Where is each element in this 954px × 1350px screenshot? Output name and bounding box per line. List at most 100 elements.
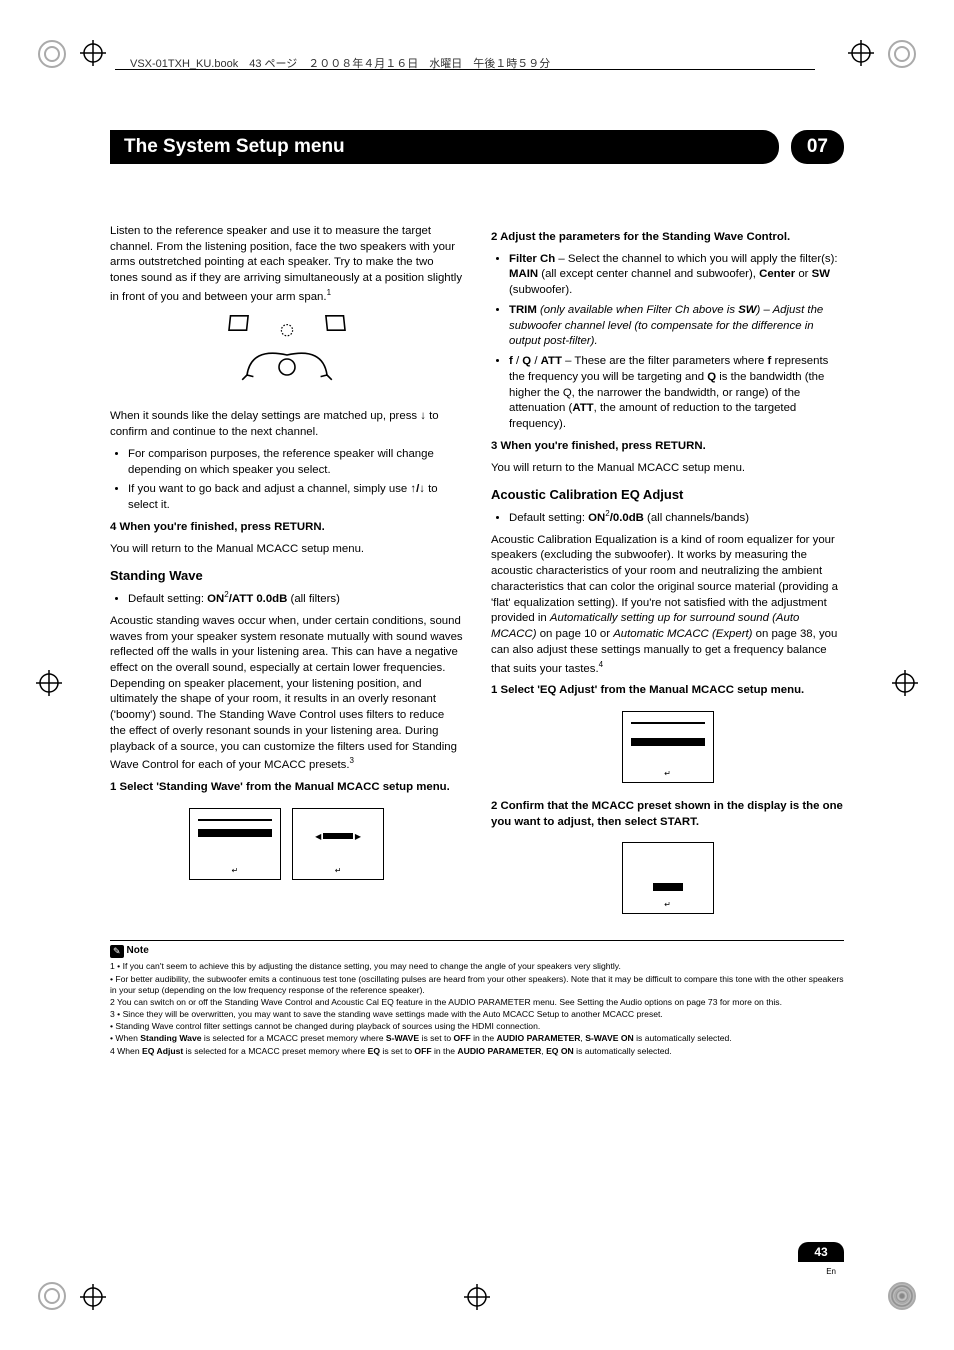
text: – Select the channel to which you will a…: [555, 253, 837, 265]
text: Default setting:: [509, 512, 588, 524]
registration-mark-icon: [848, 40, 874, 66]
screen-figures: ↵: [491, 836, 844, 920]
text: in the: [471, 1033, 497, 1043]
text: When it sounds like the delay settings a…: [110, 410, 420, 422]
registration-mark-icon: [80, 1284, 106, 1310]
right-column: 2 Adjust the parameters for the Standing…: [491, 224, 844, 930]
text: Automatic MCACC (Expert): [613, 628, 752, 640]
text: Acoustic standing waves occur when, unde…: [110, 615, 463, 771]
left-column: Listen to the reference speaker and use …: [110, 224, 463, 930]
text: Q: [522, 355, 531, 367]
text: is selected for a MCACC preset memory wh…: [202, 1033, 386, 1043]
text: Acoustic Calibration Equalization is a k…: [491, 534, 838, 625]
step-body: You will return to the Manual MCACC setu…: [110, 542, 463, 558]
default-setting: Default setting: ON2/ATT 0.0dB (all filt…: [128, 589, 463, 608]
intro-text: Listen to the reference speaker and use …: [110, 225, 462, 303]
book-header: VSX-01TXH_KU.book 43 ページ ２００８年４月１６日 水曜日 …: [130, 55, 550, 71]
text: /: [513, 355, 523, 367]
text: If you want to go back and adjust a chan…: [128, 483, 410, 495]
text: in the: [432, 1046, 458, 1056]
registration-mark-icon: [80, 40, 106, 66]
text: is selected for a MCACC preset memory wh…: [183, 1046, 367, 1056]
step-heading: 1 Select 'Standing Wave' from the Manual…: [110, 780, 463, 796]
page-number: 43: [814, 1245, 827, 1259]
page-lang: En: [826, 1267, 836, 1276]
text: ATT: [541, 355, 562, 367]
step-body: You will return to the Manual MCACC setu…: [491, 461, 844, 477]
standing-wave-heading: Standing Wave: [110, 567, 463, 585]
listening-figure: [110, 311, 463, 401]
note-block: ✎Note: [110, 941, 844, 959]
standing-wave-body: Acoustic standing waves occur when, unde…: [110, 614, 463, 774]
text: on page 10 or: [537, 628, 614, 640]
text: 2 You can switch on or off the Standing …: [110, 997, 782, 1007]
footnote: 1 • If you can't seem to achieve this by…: [110, 961, 844, 972]
note-label: Note: [127, 945, 149, 956]
intro-paragraph: Listen to the reference speaker and use …: [110, 224, 463, 305]
text: SW: [738, 304, 756, 316]
footnote: 4 When EQ Adjust is selected for a MCACC…: [110, 1046, 844, 1057]
text: is automatically selected.: [574, 1046, 672, 1056]
text: is automatically selected.: [634, 1033, 732, 1043]
corner-ring-icon: [888, 40, 916, 68]
text: TRIM: [509, 304, 537, 316]
bullet-item: TRIM (only available when Filter Ch abov…: [509, 303, 844, 350]
text: AUDIO PARAMETER: [457, 1046, 541, 1056]
text: EQ ON: [546, 1046, 574, 1056]
corner-ring-icon: [888, 1282, 916, 1310]
screen-figures: ↵ ◀ ▶ ↵: [110, 802, 463, 886]
step-heading: 4 When you're finished, press RETURN.: [110, 520, 463, 536]
step-heading: 1 Select 'EQ Adjust' from the Manual MCA…: [491, 683, 844, 699]
footnote: 3 • Since they will be overwritten, you …: [110, 1009, 844, 1020]
text: ATT: [572, 402, 593, 414]
footnote: • When Standing Wave is selected for a M…: [110, 1033, 844, 1044]
footnote: • Standing Wave control filter settings …: [110, 1021, 844, 1032]
bullet-item: f / Q / ATT – These are the filter param…: [509, 354, 844, 433]
text: 4 When: [110, 1046, 142, 1056]
text: OFF: [454, 1033, 471, 1043]
text: (all except center channel and subwoofer…: [538, 268, 759, 280]
return-arrow-icon: ↵: [232, 865, 239, 876]
menu-screen-icon: ↵: [622, 711, 714, 783]
footnote: 2 You can switch on or off the Standing …: [110, 997, 844, 1008]
page-title: The System Setup menu: [110, 130, 779, 164]
text: /ATT 0.0dB: [229, 593, 288, 605]
text: is set to: [419, 1033, 453, 1043]
chapter-badge: 07: [791, 130, 844, 164]
menu-screen-icon: ↵: [189, 808, 281, 880]
text: /0.0dB: [610, 512, 644, 524]
acoustic-eq-body: Acoustic Calibration Equalization is a k…: [491, 533, 844, 677]
text: ON: [588, 512, 605, 524]
text: – These are the filter parameters where: [562, 355, 768, 367]
text: (all filters): [287, 593, 340, 605]
note-icon: ✎: [110, 945, 124, 958]
step-heading: 2 Confirm that the MCACC preset shown in…: [491, 799, 844, 830]
text: EQ Adjust: [142, 1046, 183, 1056]
return-arrow-icon: ↵: [335, 865, 342, 876]
registration-mark-icon: [892, 670, 918, 696]
step-heading: 2 Adjust the parameters for the Standing…: [491, 230, 844, 246]
text: EQ: [368, 1046, 380, 1056]
return-arrow-icon: ↵: [664, 899, 671, 910]
after-figure-paragraph: When it sounds like the delay settings a…: [110, 409, 463, 440]
text: (all channels/bands): [644, 512, 749, 524]
corner-ring-icon: [38, 1282, 66, 1310]
return-arrow-icon: ↵: [664, 768, 671, 779]
step-heading: 3 When you're finished, press RETURN.: [491, 439, 844, 455]
text: Standing Wave: [140, 1033, 201, 1043]
corner-ring-icon: [38, 40, 66, 68]
text: Q: [707, 371, 716, 383]
text: (only available when Filter Ch above is: [537, 304, 738, 316]
text: /: [531, 355, 541, 367]
text: OFF: [414, 1046, 431, 1056]
text: is set to: [380, 1046, 414, 1056]
text: • When: [110, 1033, 140, 1043]
bullet-item: Filter Ch – Select the channel to which …: [509, 252, 844, 299]
menu-screen-icon: ◀ ▶ ↵: [292, 808, 384, 880]
footnote-ref: 3: [350, 756, 354, 765]
footnote: • For better audibility, the subwoofer e…: [110, 974, 844, 996]
acoustic-eq-heading: Acoustic Calibration EQ Adjust: [491, 486, 844, 504]
menu-screen-icon: ↵: [622, 842, 714, 914]
text: (subwoofer).: [509, 284, 572, 296]
footnote-ref: 4: [599, 660, 603, 669]
